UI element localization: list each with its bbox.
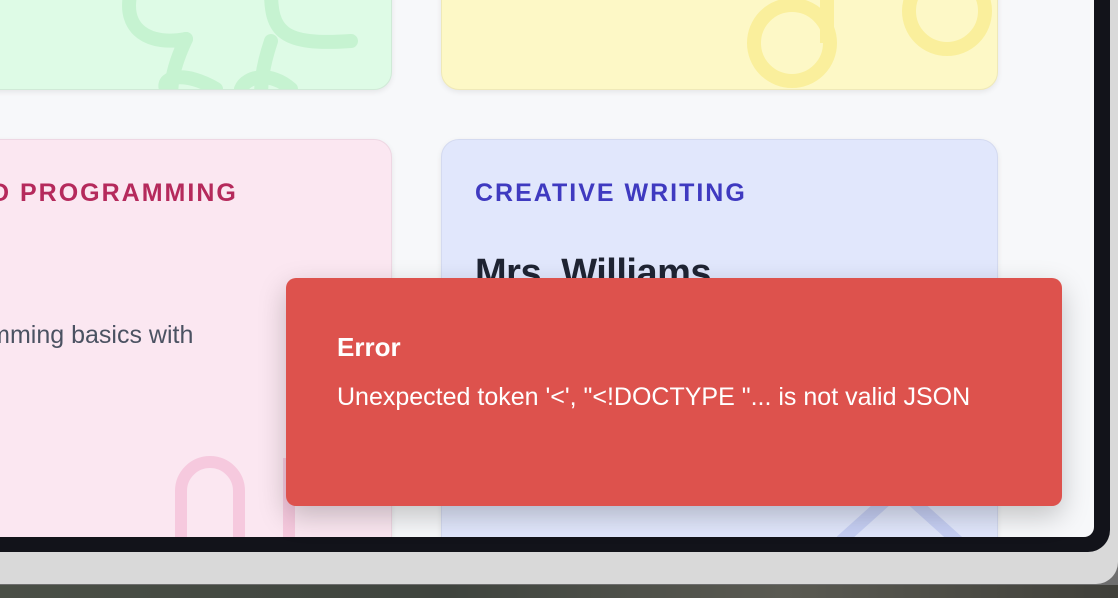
- desktop-background: [0, 585, 1118, 598]
- course-card-yellow[interactable]: [441, 0, 998, 90]
- brain-icon: [122, 0, 358, 89]
- course-card-green[interactable]: [0, 0, 392, 90]
- music-note-icon: [747, 0, 992, 88]
- toast-title: Error: [337, 332, 401, 362]
- toast-message: Unexpected token '<', "<!DOCTYPE "... is…: [337, 383, 971, 411]
- error-toast[interactable]: Error Unexpected token '<', "<!DOCTYPE "…: [286, 278, 1062, 506]
